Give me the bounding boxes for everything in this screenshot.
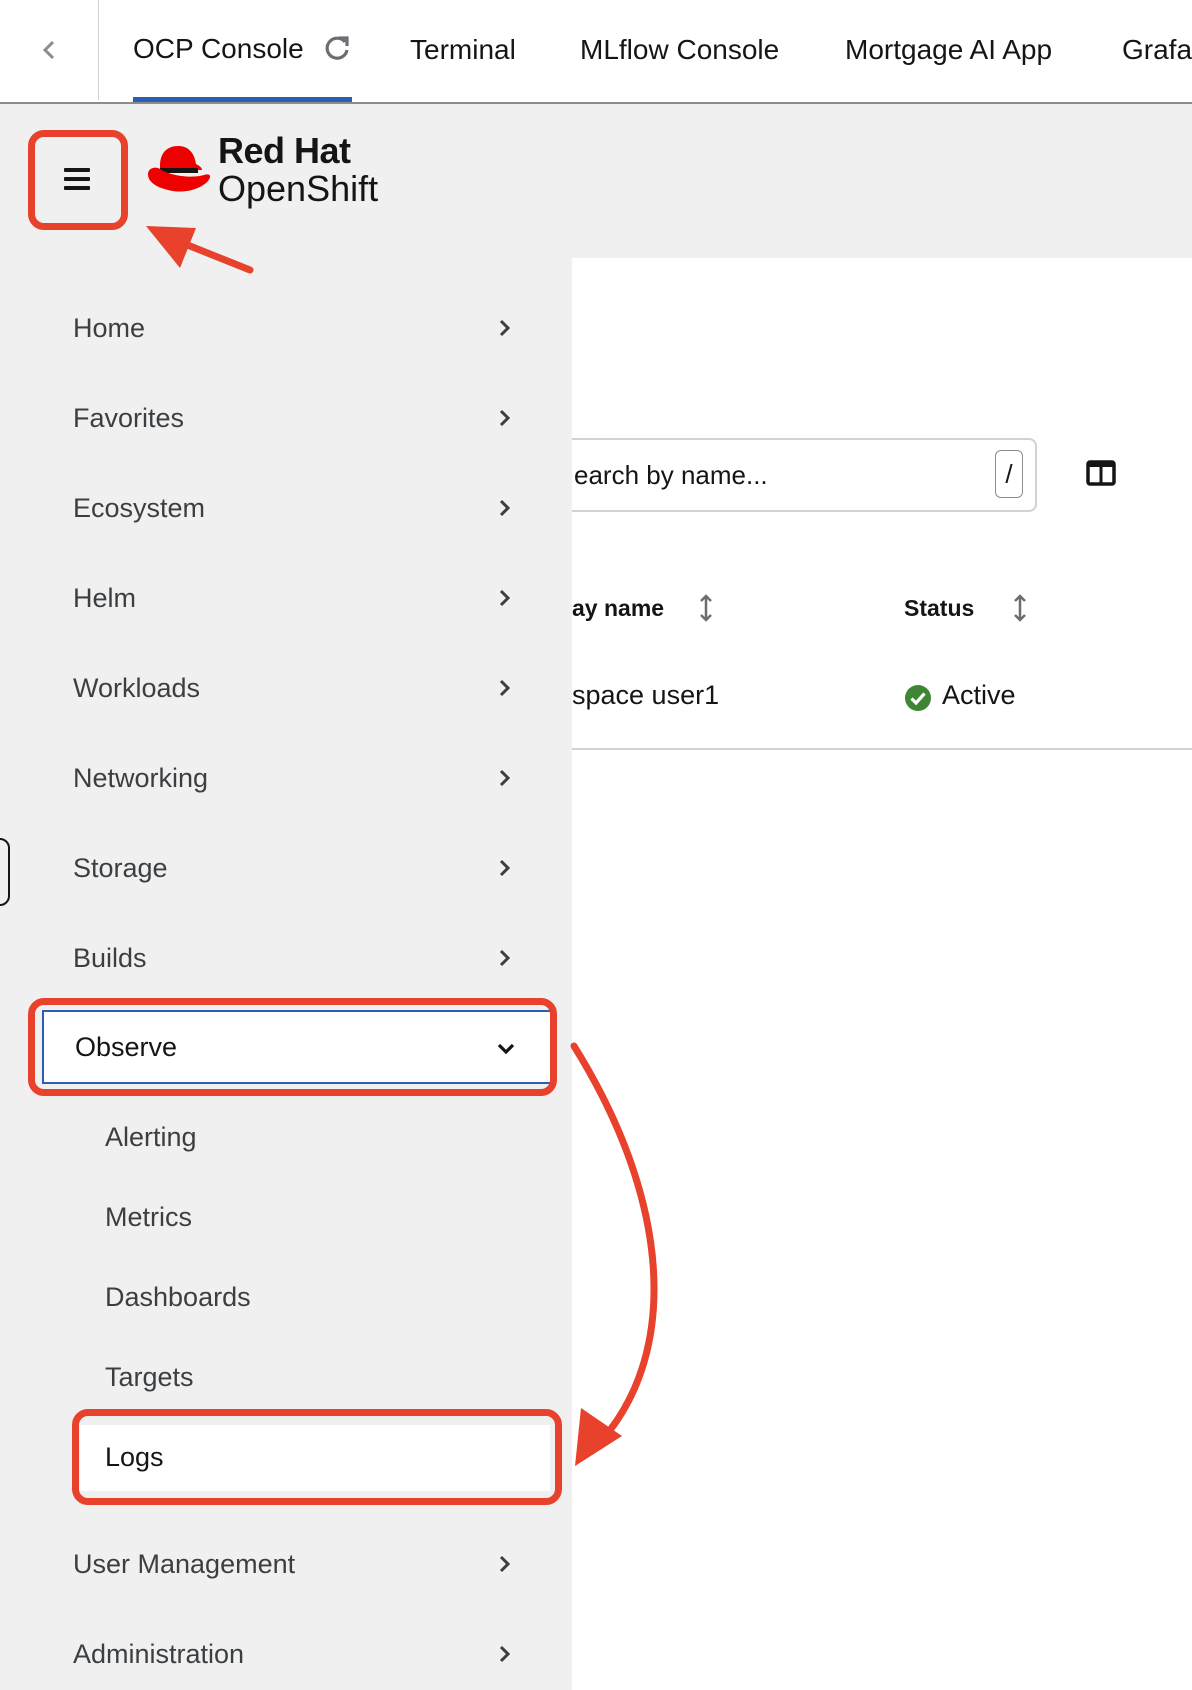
chevron-right-icon bbox=[499, 949, 511, 967]
chevron-right-icon bbox=[499, 859, 511, 877]
chevron-right-icon bbox=[499, 1645, 511, 1663]
sidebar-item-storage[interactable]: Storage bbox=[42, 835, 552, 901]
tab-label: Grafa bbox=[1122, 34, 1192, 65]
sort-icon[interactable] bbox=[1012, 594, 1028, 622]
sidebar-item-helm[interactable]: Helm bbox=[42, 565, 552, 631]
table-cell-name[interactable]: space user1 bbox=[572, 680, 719, 711]
sidebar-item-label: Ecosystem bbox=[73, 492, 206, 523]
column-header-status[interactable]: Status bbox=[904, 595, 974, 622]
redhat-fedora-icon bbox=[148, 146, 211, 192]
sidebar-item-networking[interactable]: Networking bbox=[42, 745, 552, 811]
sidebar-subitem-metrics[interactable]: Metrics bbox=[105, 1202, 192, 1233]
annotation-highlight-observe bbox=[28, 998, 557, 1096]
sidebar-subitem-dashboards[interactable]: Dashboards bbox=[105, 1282, 251, 1313]
logo-text-openshift: OpenShift bbox=[218, 168, 379, 209]
sidebar-item-label: Workloads bbox=[73, 672, 201, 703]
tab-label: MLflow Console bbox=[580, 34, 780, 65]
check-circle-icon bbox=[905, 685, 931, 711]
search-placeholder: earch by name... bbox=[574, 460, 768, 490]
tab-label: OCP Console bbox=[133, 32, 304, 64]
sidebar-subitem-alerting[interactable]: Alerting bbox=[105, 1122, 197, 1153]
tab-mlflow-console[interactable]: MLflow Console bbox=[580, 0, 779, 100]
chevron-left-icon bbox=[42, 40, 55, 60]
sidebar-subitem-targets[interactable]: Targets bbox=[105, 1362, 194, 1393]
column-header-name[interactable]: ay name bbox=[572, 595, 664, 622]
sidebar-item-favorites[interactable]: Favorites bbox=[42, 385, 552, 451]
sidebar-item-label: Favorites bbox=[73, 402, 185, 433]
logo-text-redhat: Red Hat bbox=[218, 130, 351, 171]
tab-label: Mortgage AI App bbox=[845, 34, 1053, 65]
tab-label: Terminal bbox=[410, 34, 516, 65]
chevron-right-icon bbox=[499, 769, 511, 787]
table-cell-status: Active bbox=[942, 680, 1016, 710]
sidebar-item-workloads[interactable]: Workloads bbox=[42, 655, 552, 721]
chevron-right-icon bbox=[499, 499, 511, 517]
annotation-highlight-menu-button bbox=[28, 130, 128, 230]
sidebar-item-user-management[interactable]: User Management bbox=[42, 1531, 552, 1597]
sidebar-item-label: Home bbox=[73, 312, 146, 343]
tab-ocp-console[interactable]: OCP Console bbox=[133, 0, 352, 102]
sidebar-item-ecosystem[interactable]: Ecosystem bbox=[42, 475, 552, 541]
chevron-right-icon bbox=[499, 319, 511, 337]
chevron-right-icon bbox=[499, 1555, 511, 1573]
tabs-scroll-left-button[interactable] bbox=[0, 0, 99, 100]
sidebar-item-label: Builds bbox=[73, 942, 147, 973]
reload-icon[interactable] bbox=[322, 34, 352, 64]
background-control-edge bbox=[0, 838, 10, 906]
redhat-openshift-logo[interactable]: Red Hat OpenShift bbox=[144, 132, 378, 208]
sidebar-item-administration[interactable]: Administration bbox=[42, 1621, 552, 1687]
sidebar-item-label: Helm bbox=[73, 582, 137, 613]
sidebar-item-label: Administration bbox=[73, 1638, 245, 1669]
sidebar-item-builds[interactable]: Builds bbox=[42, 925, 552, 991]
tab-grafana[interactable]: Grafa bbox=[1122, 0, 1192, 100]
chevron-right-icon bbox=[499, 589, 511, 607]
chevron-right-icon bbox=[499, 409, 511, 427]
table-row-divider bbox=[572, 748, 1192, 750]
tab-mortgage-ai-app[interactable]: Mortgage AI App bbox=[845, 0, 1052, 100]
chevron-right-icon bbox=[499, 679, 511, 697]
annotation-highlight-logs bbox=[72, 1409, 562, 1505]
sidebar-item-label: Networking bbox=[73, 762, 209, 793]
sidebar-item-home[interactable]: Home bbox=[42, 295, 552, 361]
sidebar-item-label: User Management bbox=[73, 1548, 296, 1579]
sidebar-item-label: Storage bbox=[73, 852, 168, 883]
sort-icon[interactable] bbox=[698, 594, 714, 622]
columns-icon[interactable] bbox=[1086, 458, 1116, 488]
search-input[interactable]: earch by name... / bbox=[520, 438, 1037, 512]
tab-terminal[interactable]: Terminal bbox=[410, 0, 516, 100]
browser-tab-bar: OCP Console Terminal MLflow Console Mort… bbox=[0, 0, 1192, 104]
search-shortcut-hint: / bbox=[995, 450, 1023, 498]
